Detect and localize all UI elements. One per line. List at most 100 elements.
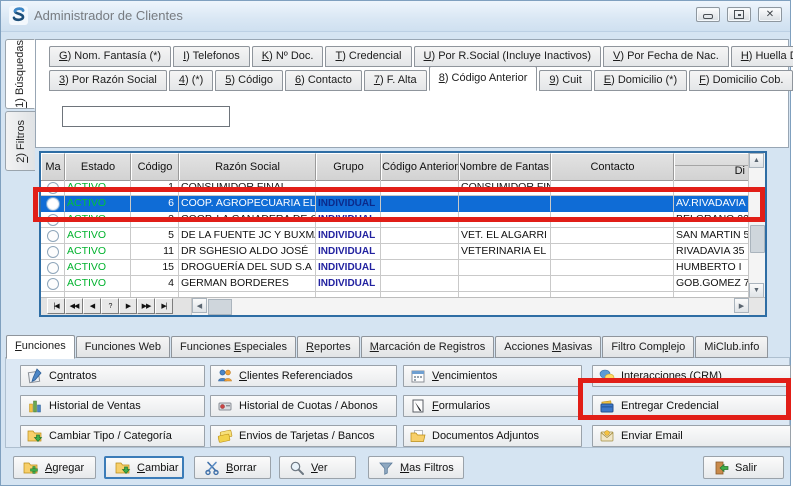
search-tab-8-c-digo-anterior[interactable]: 8) Código Anterior	[429, 66, 538, 91]
grid-column-header[interactable]: Nombre de Fantasí	[459, 153, 551, 180]
table-row[interactable]: ACTIVO3COOP. LA GANADERA DE GINDIVIDUALB…	[41, 212, 749, 228]
window-maximize-button[interactable]	[727, 7, 751, 22]
grid-column-header[interactable]: Estado	[65, 153, 131, 180]
record-nav-buttons: |◀◀◀◀?▶▶▶▶|	[47, 298, 173, 315]
nav-first-button[interactable]: |◀	[47, 298, 65, 314]
grid-column-header[interactable]: Ma	[41, 153, 65, 180]
row-marker-cell[interactable]	[41, 260, 65, 276]
ver-button[interactable]: Ver	[279, 456, 356, 479]
fn-button-cambiar-tipo[interactable]: Cambiar Tipo / Categoría	[20, 425, 205, 447]
tab-funciones-especiales[interactable]: Funciones Especiales	[171, 336, 296, 358]
table-row[interactable]: ACTIVO6COOP. AGROPECUARIA ELINDIVIDUALAV…	[41, 196, 749, 212]
fn-button-label: Historial de Cuotas / Abonos	[239, 400, 378, 412]
nav-search-button[interactable]: ?	[101, 298, 119, 314]
horizontal-scrollbar[interactable]: ◀ ▶	[191, 298, 749, 315]
agregar-button[interactable]: Agregar	[13, 456, 96, 479]
fn-button-entregar-credencial[interactable]: Entregar Credencial	[592, 395, 791, 417]
cell-direccion: GOB.GOMEZ 7	[674, 276, 749, 292]
horizontal-scroll-thumb[interactable]	[208, 299, 232, 315]
fn-button-historial-ventas[interactable]: Historial de Ventas	[20, 395, 205, 417]
tab-acciones-masivas[interactable]: Acciones Masivas	[495, 336, 601, 358]
nav-last-button[interactable]: ▶|	[155, 298, 173, 314]
radio-icon[interactable]	[47, 230, 59, 242]
mas-filtros-button[interactable]: Mas Filtros	[368, 456, 464, 479]
tab-marcaci-n-de-registros[interactable]: Marcación de Registros	[361, 336, 495, 358]
row-marker-cell[interactable]	[41, 228, 65, 244]
nav-next-page-button[interactable]: ▶▶	[137, 298, 155, 314]
tab-filtro-complejo[interactable]: Filtro Complejo	[602, 336, 694, 358]
app-window: Administrador de Clientes ✕ 1) Búsquedas…	[0, 0, 791, 486]
nav-prior-button[interactable]: ◀	[83, 298, 101, 314]
cell-codigo: 4	[131, 276, 179, 292]
sidebar-tab-filtros[interactable]: 2) Filtros	[5, 111, 35, 171]
nav-prior-page-button[interactable]: ◀◀	[65, 298, 83, 314]
radio-icon[interactable]	[47, 262, 59, 274]
search-tab-5-c-digo[interactable]: 5) Código	[215, 70, 283, 91]
salir-button[interactable]: Salir	[703, 456, 784, 479]
table-row[interactable]: ACTIVO1CONSUMIDOR FINALCONSUMIDOR FIN	[41, 180, 749, 196]
borrar-button[interactable]: Borrar	[194, 456, 271, 479]
grid-column-header[interactable]: Contacto	[551, 153, 674, 180]
search-tab-i-telefonos[interactable]: I) Telefonos	[173, 46, 250, 67]
tab-miclub-info[interactable]: MiClub.info	[695, 336, 768, 358]
radio-icon[interactable]	[47, 246, 59, 258]
scroll-down-icon[interactable]: ▼	[749, 283, 764, 298]
radio-selected-icon[interactable]	[47, 198, 59, 210]
tab-funciones[interactable]: Funciones	[6, 335, 75, 359]
table-row[interactable]: ACTIVO5DE LA FUENTE JC Y BUXMAINDIVIDUAL…	[41, 228, 749, 244]
sidebar-tab-bsquedas[interactable]: 1) Búsquedas	[5, 39, 35, 109]
row-marker-cell[interactable]	[41, 180, 65, 196]
search-input[interactable]	[62, 106, 230, 127]
tab-funciones-web[interactable]: Funciones Web	[76, 336, 170, 358]
grid-column-header[interactable]: Razón Social	[179, 153, 316, 180]
search-tab-f-domicilio-cob-[interactable]: F) Domicilio Cob.	[689, 70, 793, 91]
table-row[interactable]: ACTIVO4GERMAN BORDERESINDIVIDUALGOB.GOME…	[41, 276, 749, 292]
radio-icon[interactable]	[47, 214, 59, 226]
row-marker-cell[interactable]	[41, 196, 65, 212]
grid-column-header[interactable]: Grupo	[316, 153, 381, 180]
fn-button-documentos-adjuntos[interactable]: Documentos Adjuntos	[403, 425, 582, 447]
search-tab-k-n-doc-[interactable]: K) Nº Doc.	[252, 46, 324, 67]
search-tab-3-por-raz-n-social[interactable]: 3) Por Razón Social	[49, 70, 167, 91]
search-tab-t-credencial[interactable]: T) Credencial	[325, 46, 411, 67]
radio-icon[interactable]	[47, 182, 59, 194]
fn-button-historial-cuotas[interactable]: Historial de Cuotas / Abonos	[210, 395, 397, 417]
scroll-left-icon[interactable]: ◀	[192, 298, 207, 313]
table-row[interactable]: ACTIVO15DROGUERÍA DEL SUD S.AINDIVIDUALH…	[41, 260, 749, 276]
fn-button-vencimientos[interactable]: Vencimientos	[403, 365, 582, 387]
scroll-right-icon[interactable]: ▶	[734, 298, 749, 313]
search-tab-h-huella-dactilar[interactable]: H) Huella Dactilar	[731, 46, 793, 67]
window-close-button[interactable]: ✕	[758, 7, 782, 22]
fn-button-formularios[interactable]: Formularios	[403, 395, 582, 417]
fn-button-contratos[interactable]: Contratos	[20, 365, 205, 387]
cambiar-button[interactable]: Cambiar	[104, 456, 184, 479]
window-minimize-button[interactable]	[696, 7, 720, 22]
fn-button-clientes-referenciados[interactable]: Clientes Referenciados	[210, 365, 397, 387]
search-tab-6-contacto[interactable]: 6) Contacto	[285, 70, 362, 91]
tab-reportes[interactable]: Reportes	[297, 336, 360, 358]
fn-button-envios-tarjetas[interactable]: Envios de Tarjetas / Bancos	[210, 425, 397, 447]
search-tab-v-por-fecha-de-nac-[interactable]: V) Por Fecha de Nac.	[603, 46, 729, 67]
search-tab-u-por-r-social-incluye-inactivos-[interactable]: U) Por R.Social (Incluye Inactivos)	[414, 46, 602, 67]
cell-codigo_anterior	[381, 196, 459, 212]
radio-icon[interactable]	[47, 278, 59, 290]
fn-button-enviar-email[interactable]: Enviar Email	[592, 425, 791, 447]
grid-column-header[interactable]: Código Anterior	[381, 153, 459, 180]
row-marker-cell[interactable]	[41, 276, 65, 292]
grid-column-header[interactable]: Código	[131, 153, 179, 180]
search-tab-e-domicilio-[interactable]: E) Domicilio (*)	[594, 70, 687, 91]
nav-next-button[interactable]: ▶	[119, 298, 137, 314]
table-row[interactable]: ACTIVO11DR SGHESIO ALDO JOSÉINDIVIDUALVE…	[41, 244, 749, 260]
search-tab-4-[interactable]: 4) (*)	[169, 70, 213, 91]
grid-column-header[interactable]: Di	[674, 153, 749, 180]
search-tab-g-nom-fantas-a-[interactable]: G) Nom. Fantasía (*)	[49, 46, 171, 67]
search-tab-7-f-alta[interactable]: 7) F. Alta	[364, 70, 427, 91]
vertical-scroll-thumb[interactable]	[750, 225, 765, 253]
cell-estado: ACTIVO	[65, 244, 131, 260]
search-tab-9-cuit[interactable]: 9) Cuit	[539, 70, 591, 91]
row-marker-cell[interactable]	[41, 212, 65, 228]
vertical-scrollbar[interactable]: ▲ ▼	[748, 153, 765, 298]
fn-button-interacciones-crm[interactable]: Interacciones (CRM)	[592, 365, 791, 387]
scroll-up-icon[interactable]: ▲	[749, 153, 764, 168]
row-marker-cell[interactable]	[41, 244, 65, 260]
